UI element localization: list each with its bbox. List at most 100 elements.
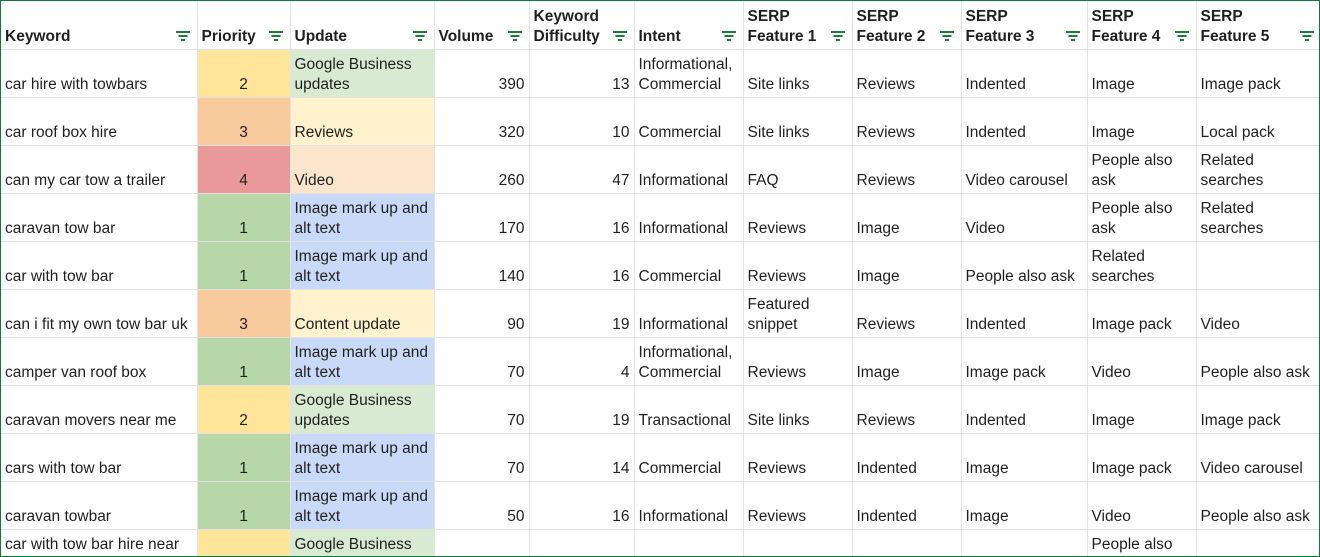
intent-cell[interactable]: Informational (634, 289, 744, 338)
serp-feature-5-cell[interactable]: Video (1196, 289, 1319, 338)
serp-feature-1-cell[interactable]: Site links (743, 385, 853, 434)
serp-feature-2-cell[interactable]: Reviews (852, 97, 962, 146)
priority-cell[interactable]: 1 (197, 193, 291, 242)
serp-feature-2-cell[interactable]: Reviews (852, 385, 962, 434)
serp-feature-3-cell[interactable]: Image pack (961, 337, 1088, 386)
serp-feature-5-cell[interactable]: Image pack (1196, 49, 1319, 98)
header-intent[interactable]: Intent (634, 1, 744, 50)
priority-cell[interactable]: 2 (197, 385, 291, 434)
keyword-difficulty-cell[interactable]: 4 (529, 337, 635, 386)
keyword-difficulty-cell[interactable]: 16 (529, 193, 635, 242)
priority-cell[interactable]: 1 (197, 481, 291, 530)
serp-feature-1-cell[interactable]: Reviews (743, 337, 853, 386)
volume-cell[interactable]: 70 (434, 385, 530, 434)
update-cell[interactable]: Reviews (290, 97, 435, 146)
keyword-cell[interactable]: caravan towbar (1, 481, 198, 530)
serp-feature-5-cell[interactable] (1196, 241, 1319, 290)
serp-feature-4-cell[interactable]: Related searches (1087, 241, 1197, 290)
serp-feature-3-cell[interactable]: Video carousel (961, 145, 1088, 194)
serp-feature-3-cell[interactable]: Indented (961, 97, 1088, 146)
serp-feature-4-cell[interactable]: Image pack (1087, 433, 1197, 482)
serp-feature-4-cell[interactable]: People also ask (1087, 193, 1197, 242)
serp-feature-4-cell[interactable]: Image pack (1087, 289, 1197, 338)
serp-feature-2-cell[interactable]: Image (852, 337, 962, 386)
serp-feature-5-cell[interactable]: Related searches (1196, 193, 1319, 242)
header-volume[interactable]: Volume (434, 1, 530, 50)
serp-feature-2-cell[interactable]: Reviews (852, 289, 962, 338)
serp-feature-4-cell[interactable]: Image (1087, 97, 1197, 146)
keyword-cell[interactable]: car with tow bar (1, 241, 198, 290)
intent-cell[interactable]: Informational, Commercial (634, 337, 744, 386)
intent-cell[interactable]: Informational (634, 145, 744, 194)
serp-feature-1-cell[interactable]: Reviews (743, 433, 853, 482)
update-cell[interactable]: Image mark up and alt text (290, 241, 435, 290)
update-cell[interactable]: Image mark up and alt text (290, 481, 435, 530)
keyword-cell[interactable]: car roof box hire (1, 97, 198, 146)
keyword-cell[interactable]: can my car tow a trailer (1, 145, 198, 194)
serp-feature-3-cell[interactable]: Indented (961, 49, 1088, 98)
keyword-cell[interactable]: car hire with towbars (1, 49, 198, 98)
serp-feature-4-cell[interactable]: Video (1087, 337, 1197, 386)
serp-feature-2-cell[interactable]: Image (852, 241, 962, 290)
update-cell[interactable]: Video (290, 145, 435, 194)
priority-cell[interactable]: 2 (197, 529, 291, 556)
keyword-difficulty-cell[interactable]: 16 (529, 481, 635, 530)
serp-feature-2-cell[interactable]: Indented (852, 433, 962, 482)
filter-icon[interactable] (1299, 30, 1315, 42)
serp-feature-2-cell[interactable]: Reviews (852, 145, 962, 194)
volume-cell[interactable]: 390 (434, 49, 530, 98)
serp-feature-4-cell[interactable]: People also ask (1087, 145, 1197, 194)
filter-icon[interactable] (721, 30, 737, 42)
filter-icon[interactable] (1174, 30, 1190, 42)
filter-icon[interactable] (268, 30, 284, 42)
volume-cell[interactable]: 90 (434, 289, 530, 338)
serp-feature-2-cell[interactable]: Indented (852, 481, 962, 530)
serp-feature-5-cell[interactable]: Image pack (1196, 385, 1319, 434)
filter-icon[interactable] (612, 30, 628, 42)
priority-cell[interactable]: 2 (197, 49, 291, 98)
serp-feature-1-cell[interactable]: Reviews (743, 193, 853, 242)
header-serp-feature-1[interactable]: SERP Feature 1 (743, 1, 853, 50)
intent-cell[interactable]: Informational, Commercial (634, 49, 744, 98)
volume-cell[interactable]: 140 (434, 241, 530, 290)
volume-cell[interactable]: 260 (434, 145, 530, 194)
keyword-difficulty-cell[interactable]: 19 (529, 385, 635, 434)
keyword-difficulty-cell[interactable]: 10 (529, 529, 635, 556)
serp-feature-5-cell[interactable]: Related searches (1196, 145, 1319, 194)
keyword-difficulty-cell[interactable]: 14 (529, 433, 635, 482)
intent-cell[interactable]: Commercial (634, 433, 744, 482)
intent-cell[interactable]: Commercial (634, 241, 744, 290)
priority-cell[interactable]: 3 (197, 97, 291, 146)
filter-icon[interactable] (412, 30, 428, 42)
serp-feature-3-cell[interactable]: Image (961, 481, 1088, 530)
serp-feature-5-cell[interactable]: Local pack (1196, 97, 1319, 146)
keyword-difficulty-cell[interactable]: 47 (529, 145, 635, 194)
serp-feature-3-cell[interactable]: Image (961, 529, 1088, 556)
serp-feature-1-cell[interactable]: Reviews (743, 481, 853, 530)
filter-icon[interactable] (507, 30, 523, 42)
serp-feature-1-cell[interactable]: Featured snippet (743, 289, 853, 338)
update-cell[interactable]: Image mark up and alt text (290, 193, 435, 242)
update-cell[interactable]: Content update (290, 289, 435, 338)
priority-cell[interactable]: 1 (197, 337, 291, 386)
serp-feature-1-cell[interactable]: Site links (743, 529, 853, 556)
keyword-cell[interactable]: car with tow bar hire near me (1, 529, 198, 556)
keyword-cell[interactable]: can i fit my own tow bar uk (1, 289, 198, 338)
update-cell[interactable]: Image mark up and alt text (290, 337, 435, 386)
serp-feature-5-cell[interactable]: People also ask (1196, 481, 1319, 530)
serp-feature-5-cell[interactable]: Video carousel (1196, 433, 1319, 482)
volume-cell[interactable]: 320 (434, 97, 530, 146)
serp-feature-4-cell[interactable]: Video (1087, 481, 1197, 530)
header-serp-feature-4[interactable]: SERP Feature 4 (1087, 1, 1197, 50)
keyword-difficulty-cell[interactable]: 16 (529, 241, 635, 290)
serp-feature-2-cell[interactable]: Reviews (852, 49, 962, 98)
keyword-cell[interactable]: caravan tow bar (1, 193, 198, 242)
header-serp-feature-3[interactable]: SERP Feature 3 (961, 1, 1088, 50)
priority-cell[interactable]: 1 (197, 241, 291, 290)
serp-feature-4-cell[interactable]: Image (1087, 385, 1197, 434)
intent-cell[interactable]: Informational (634, 481, 744, 530)
priority-cell[interactable]: 4 (197, 145, 291, 194)
serp-feature-1-cell[interactable]: Site links (743, 97, 853, 146)
serp-feature-3-cell[interactable]: Video (961, 193, 1088, 242)
serp-feature-1-cell[interactable]: FAQ (743, 145, 853, 194)
